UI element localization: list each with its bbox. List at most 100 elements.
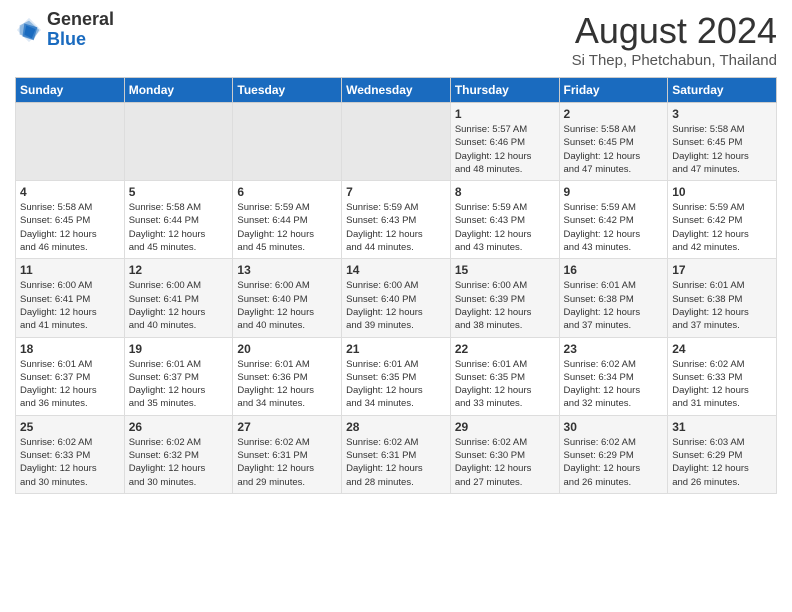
calendar-day-cell: 7 Sunrise: 5:59 AM Sunset: 6:43 PM Daylig… — [342, 181, 451, 259]
day-info: Sunrise: 6:02 AM Sunset: 6:31 PM Dayligh… — [346, 436, 446, 489]
calendar-day-cell: 4Sunrise: 5:58 AM Sunset: 6:45 PM Daylig… — [16, 181, 125, 259]
day-info: Sunrise: 6:02 AM Sunset: 6:31 PM Dayligh… — [237, 436, 337, 489]
day-number: 2 — [564, 107, 664, 121]
calendar-day-cell: 15 Sunrise: 6:00 AM Sunset: 6:39 PM Dayli… — [450, 259, 559, 337]
day-number: 10 — [672, 185, 772, 199]
day-info: Sunrise: 6:01 AM Sunset: 6:35 PM Dayligh… — [346, 358, 446, 411]
day-number: 28 — [346, 420, 446, 434]
logo: General Blue — [15, 10, 114, 50]
logo-general-text: General — [47, 10, 114, 30]
logo-icon — [15, 16, 43, 44]
day-info: Sunrise: 5:59 AM Sunset: 6:42 PM Dayligh… — [672, 201, 772, 254]
month-title: August 2024 — [572, 10, 777, 52]
day-number: 27 — [237, 420, 337, 434]
calendar-day-cell: 30 Sunrise: 6:02 AM Sunset: 6:29 PM Dayli… — [559, 415, 668, 493]
day-info: Sunrise: 6:02 AM Sunset: 6:34 PM Dayligh… — [564, 358, 664, 411]
calendar-week-row: 1 Sunrise: 5:57 AM Sunset: 6:46 PM Daylig… — [16, 103, 777, 181]
calendar-day-header: Wednesday — [342, 78, 451, 103]
day-number: 4 — [20, 185, 120, 199]
day-info: Sunrise: 6:00 AM Sunset: 6:41 PM Dayligh… — [20, 279, 120, 332]
calendar-day-cell: 14 Sunrise: 6:00 AM Sunset: 6:40 PM Dayli… — [342, 259, 451, 337]
day-number: 22 — [455, 342, 555, 356]
page-container: General Blue August 2024 Si Thep, Phetch… — [0, 0, 792, 499]
day-number: 14 — [346, 263, 446, 277]
day-info: Sunrise: 6:00 AM Sunset: 6:39 PM Dayligh… — [455, 279, 555, 332]
day-number: 1 — [455, 107, 555, 121]
day-number: 19 — [129, 342, 229, 356]
day-number: 29 — [455, 420, 555, 434]
title-block: August 2024 Si Thep, Phetchabun, Thailan… — [572, 10, 777, 69]
calendar-day-cell: 8 Sunrise: 5:59 AM Sunset: 6:43 PM Daylig… — [450, 181, 559, 259]
day-info: Sunrise: 6:02 AM Sunset: 6:30 PM Dayligh… — [455, 436, 555, 489]
day-info: Sunrise: 6:02 AM Sunset: 6:33 PM Dayligh… — [672, 358, 772, 411]
day-info: Sunrise: 6:01 AM Sunset: 6:35 PM Dayligh… — [455, 358, 555, 411]
day-number: 15 — [455, 263, 555, 277]
calendar-day-cell — [233, 103, 342, 181]
day-number: 20 — [237, 342, 337, 356]
day-info: Sunrise: 5:57 AM Sunset: 6:46 PM Dayligh… — [455, 123, 555, 176]
calendar-day-cell: 1 Sunrise: 5:57 AM Sunset: 6:46 PM Daylig… — [450, 103, 559, 181]
calendar-day-cell: 11Sunrise: 6:00 AM Sunset: 6:41 PM Dayli… — [16, 259, 125, 337]
calendar-day-cell: 24 Sunrise: 6:02 AM Sunset: 6:33 PM Dayli… — [668, 337, 777, 415]
calendar-day-cell: 5 Sunrise: 5:58 AM Sunset: 6:44 PM Daylig… — [124, 181, 233, 259]
day-info: Sunrise: 6:00 AM Sunset: 6:40 PM Dayligh… — [237, 279, 337, 332]
day-info: Sunrise: 6:01 AM Sunset: 6:38 PM Dayligh… — [564, 279, 664, 332]
day-info: Sunrise: 6:02 AM Sunset: 6:33 PM Dayligh… — [20, 436, 120, 489]
day-number: 3 — [672, 107, 772, 121]
day-number: 16 — [564, 263, 664, 277]
calendar-day-cell: 17Sunrise: 6:01 AM Sunset: 6:38 PM Dayli… — [668, 259, 777, 337]
day-number: 7 — [346, 185, 446, 199]
calendar-week-row: 4Sunrise: 5:58 AM Sunset: 6:45 PM Daylig… — [16, 181, 777, 259]
day-info: Sunrise: 5:58 AM Sunset: 6:44 PM Dayligh… — [129, 201, 229, 254]
day-info: Sunrise: 6:01 AM Sunset: 6:37 PM Dayligh… — [129, 358, 229, 411]
day-number: 13 — [237, 263, 337, 277]
day-info: Sunrise: 6:01 AM Sunset: 6:37 PM Dayligh… — [20, 358, 120, 411]
day-info: Sunrise: 5:59 AM Sunset: 6:43 PM Dayligh… — [346, 201, 446, 254]
calendar-day-cell: 2 Sunrise: 5:58 AM Sunset: 6:45 PM Daylig… — [559, 103, 668, 181]
calendar-day-cell — [342, 103, 451, 181]
calendar-day-cell: 13 Sunrise: 6:00 AM Sunset: 6:40 PM Dayli… — [233, 259, 342, 337]
calendar-day-cell: 16 Sunrise: 6:01 AM Sunset: 6:38 PM Dayli… — [559, 259, 668, 337]
calendar-week-row: 25 Sunrise: 6:02 AM Sunset: 6:33 PM Dayli… — [16, 415, 777, 493]
day-number: 25 — [20, 420, 120, 434]
day-number: 12 — [129, 263, 229, 277]
day-number: 6 — [237, 185, 337, 199]
day-number: 23 — [564, 342, 664, 356]
day-info: Sunrise: 6:01 AM Sunset: 6:38 PM Dayligh… — [672, 279, 772, 332]
day-number: 21 — [346, 342, 446, 356]
calendar-day-cell: 20 Sunrise: 6:01 AM Sunset: 6:36 PM Dayli… — [233, 337, 342, 415]
day-info: Sunrise: 6:00 AM Sunset: 6:40 PM Dayligh… — [346, 279, 446, 332]
calendar-day-cell: 26Sunrise: 6:02 AM Sunset: 6:32 PM Dayli… — [124, 415, 233, 493]
calendar-day-header: Thursday — [450, 78, 559, 103]
day-info: Sunrise: 6:01 AM Sunset: 6:36 PM Dayligh… — [237, 358, 337, 411]
calendar-table: SundayMondayTuesdayWednesdayThursdayFrid… — [15, 77, 777, 494]
day-number: 30 — [564, 420, 664, 434]
calendar-day-cell: 19 Sunrise: 6:01 AM Sunset: 6:37 PM Dayli… — [124, 337, 233, 415]
day-info: Sunrise: 5:59 AM Sunset: 6:42 PM Dayligh… — [564, 201, 664, 254]
calendar-day-header: Friday — [559, 78, 668, 103]
calendar-day-cell: 28 Sunrise: 6:02 AM Sunset: 6:31 PM Dayli… — [342, 415, 451, 493]
calendar-day-cell: 22 Sunrise: 6:01 AM Sunset: 6:35 PM Dayli… — [450, 337, 559, 415]
day-info: Sunrise: 5:59 AM Sunset: 6:44 PM Dayligh… — [237, 201, 337, 254]
day-info: Sunrise: 6:02 AM Sunset: 6:29 PM Dayligh… — [564, 436, 664, 489]
calendar-day-cell: 3Sunrise: 5:58 AM Sunset: 6:45 PM Daylig… — [668, 103, 777, 181]
calendar-day-cell — [124, 103, 233, 181]
day-number: 8 — [455, 185, 555, 199]
calendar-day-cell — [16, 103, 125, 181]
day-number: 26 — [129, 420, 229, 434]
calendar-day-cell: 10 Sunrise: 5:59 AM Sunset: 6:42 PM Dayli… — [668, 181, 777, 259]
calendar-day-header: Saturday — [668, 78, 777, 103]
day-info: Sunrise: 5:58 AM Sunset: 6:45 PM Dayligh… — [564, 123, 664, 176]
day-number: 9 — [564, 185, 664, 199]
day-info: Sunrise: 6:00 AM Sunset: 6:41 PM Dayligh… — [129, 279, 229, 332]
calendar-day-cell: 9 Sunrise: 5:59 AM Sunset: 6:42 PM Daylig… — [559, 181, 668, 259]
calendar-header-row: SundayMondayTuesdayWednesdayThursdayFrid… — [16, 78, 777, 103]
calendar-day-cell: 25 Sunrise: 6:02 AM Sunset: 6:33 PM Dayli… — [16, 415, 125, 493]
day-info: Sunrise: 5:59 AM Sunset: 6:43 PM Dayligh… — [455, 201, 555, 254]
calendar-day-cell: 18Sunrise: 6:01 AM Sunset: 6:37 PM Dayli… — [16, 337, 125, 415]
day-number: 5 — [129, 185, 229, 199]
calendar-day-cell: 27 Sunrise: 6:02 AM Sunset: 6:31 PM Dayli… — [233, 415, 342, 493]
day-number: 24 — [672, 342, 772, 356]
location-text: Si Thep, Phetchabun, Thailand — [572, 52, 777, 69]
page-header: General Blue August 2024 Si Thep, Phetch… — [15, 10, 777, 69]
